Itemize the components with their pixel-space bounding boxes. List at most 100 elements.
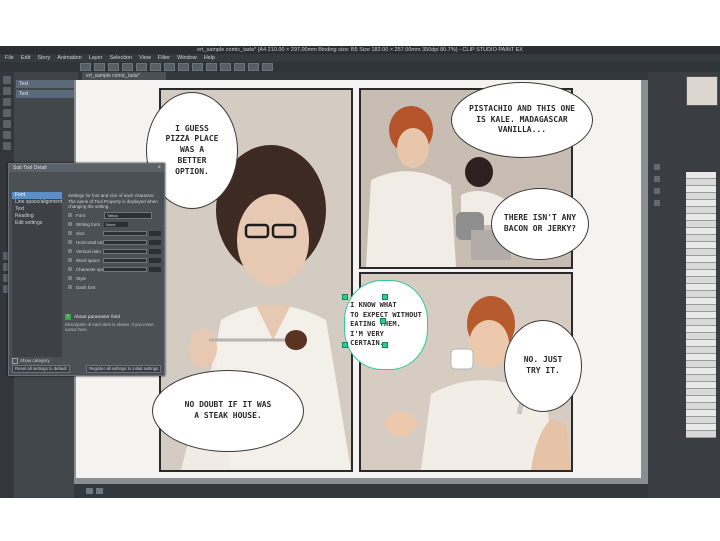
eye-icon[interactable] <box>262 63 273 71</box>
menu-edit[interactable]: Edit <box>21 54 30 62</box>
speech-bubble[interactable]: NO DOUBT IF IT WAS A STEAK HOUSE. <box>152 370 304 452</box>
speech-bubble[interactable]: PISTACHIO AND THIS ONE IS KALE. MADAGASC… <box>451 82 593 158</box>
writing-form-select[interactable]: None <box>104 221 128 227</box>
layer-row[interactable] <box>686 417 716 424</box>
speech-bubble[interactable]: NO. JUST TRY IT. <box>504 320 582 412</box>
setting-row[interactable]: Word space <box>65 256 161 265</box>
menu-layer[interactable]: Layer <box>89 54 103 62</box>
layer-row[interactable] <box>686 333 716 340</box>
layer-row[interactable] <box>686 179 716 186</box>
layer-row[interactable] <box>686 347 716 354</box>
layer-row[interactable] <box>686 410 716 417</box>
brush-icon[interactable] <box>3 131 11 139</box>
undo-icon[interactable] <box>122 63 133 71</box>
category-reading[interactable]: Reading <box>12 213 62 220</box>
layer-row[interactable] <box>686 172 716 179</box>
new-icon[interactable] <box>80 63 91 71</box>
layer-row[interactable] <box>686 228 716 235</box>
setting-row[interactable]: Horizontal ratio <box>65 238 161 247</box>
setting-row[interactable]: Writing form None <box>65 220 161 229</box>
eye-icon[interactable] <box>68 258 72 262</box>
layer-row[interactable] <box>686 186 716 193</box>
layer-row[interactable] <box>686 284 716 291</box>
menu-help[interactable]: Help <box>204 54 215 62</box>
layer-row[interactable] <box>686 340 716 347</box>
grid-icon[interactable] <box>248 63 259 71</box>
menu-file[interactable]: File <box>5 54 14 62</box>
eraser-icon[interactable] <box>3 142 11 150</box>
category-font[interactable]: Font <box>12 192 62 199</box>
character-spacing-slider[interactable] <box>102 266 148 272</box>
clear-icon[interactable] <box>150 63 161 71</box>
menu-selection[interactable]: Selection <box>109 54 132 62</box>
layer-row[interactable] <box>686 375 716 382</box>
layer-row[interactable] <box>686 207 716 214</box>
invert-icon[interactable] <box>206 63 217 71</box>
transform-handle[interactable] <box>342 294 348 300</box>
layer-row[interactable] <box>686 396 716 403</box>
eye-icon[interactable] <box>68 213 72 217</box>
move-icon[interactable] <box>3 98 11 106</box>
layer-row[interactable] <box>686 298 716 305</box>
menu-filter[interactable]: Filter <box>158 54 170 62</box>
size-slider[interactable] <box>102 230 148 236</box>
transform-handle[interactable] <box>380 318 386 324</box>
vertical-ratio-value[interactable] <box>149 248 161 254</box>
layer-row[interactable] <box>686 403 716 410</box>
eye-icon[interactable] <box>68 222 72 226</box>
page-icon[interactable] <box>86 488 93 494</box>
setting-row[interactable]: Font Tattoo <box>65 211 161 220</box>
horizontal-ratio-slider[interactable] <box>102 239 148 245</box>
layer-prop-icon[interactable] <box>654 176 660 182</box>
eye-icon[interactable] <box>68 231 72 235</box>
layer-row[interactable] <box>686 221 716 228</box>
menu-window[interactable]: Window <box>177 54 197 62</box>
subtool-item[interactable]: Text <box>16 90 75 98</box>
category-line-space[interactable]: Line space/alignment <box>12 199 62 206</box>
setting-row[interactable]: Dash font <box>65 283 161 292</box>
reset-all-button[interactable]: Reset all settings to default <box>12 365 70 373</box>
layer-row[interactable] <box>686 263 716 270</box>
transform-icon[interactable] <box>178 63 189 71</box>
category-text[interactable]: Text <box>12 206 62 213</box>
zoom-icon[interactable] <box>3 87 11 95</box>
word-space-value[interactable] <box>149 257 161 263</box>
transform-handle[interactable] <box>342 342 348 348</box>
layer-row[interactable] <box>686 354 716 361</box>
layer-row[interactable] <box>686 235 716 242</box>
document-tab[interactable]: ert_sample comic_tada* <box>82 72 166 80</box>
character-spacing-value[interactable] <box>149 266 161 272</box>
pages-icon[interactable] <box>96 488 103 494</box>
subtool-item[interactable]: Text <box>16 80 75 88</box>
navigator-thumbnail[interactable] <box>686 76 718 106</box>
layer-row[interactable] <box>686 200 716 207</box>
setting-row[interactable]: Size <box>65 229 161 238</box>
setting-row[interactable]: Vertical ratio <box>65 247 161 256</box>
ruler-icon[interactable] <box>234 63 245 71</box>
layer-row[interactable] <box>686 242 716 249</box>
layer-row[interactable] <box>686 312 716 319</box>
transform-handle[interactable] <box>382 294 388 300</box>
layer-row[interactable] <box>686 214 716 221</box>
vertical-ratio-slider[interactable] <box>102 248 148 254</box>
word-space-slider[interactable] <box>102 257 148 263</box>
layer-row[interactable] <box>686 319 716 326</box>
layer-row[interactable] <box>686 431 716 438</box>
layer-row[interactable] <box>686 368 716 375</box>
history-icon[interactable] <box>654 188 660 194</box>
eye-icon[interactable] <box>68 267 72 271</box>
sub-tool-detail-dialog[interactable]: Sub Tool Detail × Font Line space/alignm… <box>8 163 165 376</box>
eye-icon[interactable] <box>68 276 72 280</box>
eye-icon[interactable] <box>68 240 72 244</box>
menu-view[interactable]: View <box>139 54 151 62</box>
select-icon[interactable] <box>3 109 11 117</box>
layer-row[interactable] <box>686 193 716 200</box>
layer-row[interactable] <box>686 389 716 396</box>
pointer-icon[interactable] <box>3 76 11 84</box>
pen-icon[interactable] <box>3 120 11 128</box>
size-value[interactable] <box>149 230 161 236</box>
layer-row[interactable] <box>686 270 716 277</box>
deselect-icon[interactable] <box>192 63 203 71</box>
category-edit-settings[interactable]: Edit settings <box>12 220 62 227</box>
register-initial-button[interactable]: Register all settings to initial setting… <box>86 365 162 373</box>
